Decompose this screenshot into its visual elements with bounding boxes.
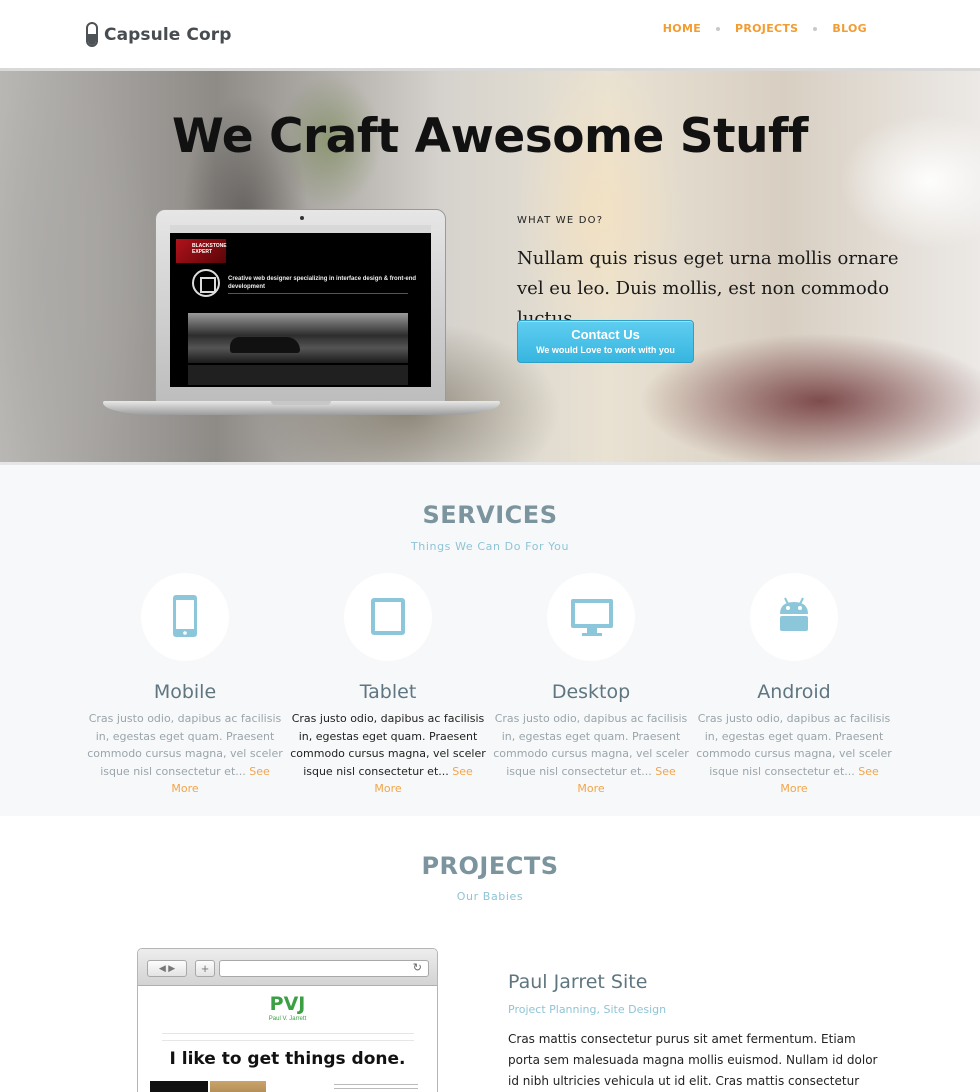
- logo[interactable]: Capsule Corp: [86, 22, 232, 47]
- laptop-camera: [300, 216, 304, 220]
- project-screenshot[interactable]: ◀ ▶ + ↻ PVJ Paul V. Jarrett I like to ge…: [137, 948, 438, 1092]
- service-icon-circle: [344, 573, 432, 661]
- laptop-screen: BLACKSTONE EXPERT Creative web designer …: [170, 225, 431, 387]
- pvj-headline: I like to get things done.: [169, 1049, 406, 1069]
- contact-us-label: Contact Us: [571, 327, 640, 342]
- laptop-lid: BLACKSTONE EXPERT Creative web designer …: [155, 209, 446, 402]
- browser-toolbar: ◀ ▶ + ↻: [138, 949, 437, 986]
- back-forward-icon: ◀ ▶: [147, 960, 187, 977]
- screen-brand: BLACKSTONE EXPERT: [176, 239, 227, 263]
- projects-title: PROJECTS: [421, 852, 559, 880]
- nav-projects-link[interactable]: PROJECTS: [735, 22, 798, 35]
- contact-us-button[interactable]: Contact Us We would Love to work with yo…: [517, 320, 694, 363]
- pvj-nav: [162, 1033, 414, 1041]
- project-title[interactable]: Paul Jarret Site: [508, 971, 647, 993]
- nav-blog-link[interactable]: BLOG: [832, 22, 867, 35]
- contact-us-sublabel: We would Love to work with you: [536, 345, 675, 355]
- service-description: Cras justo odio, dapibus ac facilisis in…: [696, 712, 892, 796]
- service-icon-circle: [141, 573, 229, 661]
- projects-section: PROJECTS Our Babies ◀ ▶ + ↻ PVJ Paul V. …: [0, 816, 980, 1092]
- pvj-logo: PVJ: [269, 993, 306, 1015]
- services-subtitle: Things We Can Do For You: [410, 540, 570, 553]
- site-header: Capsule Corp HOME PROJECTS BLOG: [0, 0, 980, 71]
- screen-car-image: [230, 337, 300, 353]
- nav-home-link[interactable]: HOME: [663, 22, 701, 35]
- service-name: Desktop: [551, 681, 631, 703]
- project-description: Cras mattis consectetur purus sit amet f…: [508, 1032, 878, 1088]
- services-section: SERVICES Things We Can Do For You Mobile…: [0, 462, 980, 816]
- pvj-image: [150, 1081, 208, 1092]
- service-icon-circle: [547, 573, 635, 661]
- services-title: SERVICES: [422, 501, 558, 529]
- pvj-text-block: [334, 1081, 418, 1092]
- screen-browser-bar: [170, 225, 431, 233]
- desktop-monitor-icon: [571, 599, 613, 636]
- address-bar: ↻: [219, 960, 429, 977]
- screen-tagline: Creative web designer specializing in in…: [228, 276, 417, 290]
- main-nav: HOME PROJECTS BLOG: [663, 22, 867, 35]
- pvj-logo-sub: Paul V. Jarrett: [268, 1016, 307, 1022]
- android-icon: [780, 597, 808, 631]
- service-icon-circle: [750, 573, 838, 661]
- new-tab-icon: +: [195, 960, 215, 977]
- hero-kicker: WHAT WE DO?: [517, 215, 604, 226]
- service-description: Cras justo odio, dapibus ac facilisis in…: [290, 712, 486, 796]
- service-name: Tablet: [359, 681, 417, 703]
- screen-divider: [228, 293, 408, 294]
- service-name: Mobile: [153, 681, 217, 703]
- screen-footer: [188, 365, 408, 385]
- hero-section: We Craft Awesome Stuff BLACKSTONE EXPERT…: [0, 71, 980, 462]
- mobile-phone-icon: [173, 595, 197, 637]
- laptop-mockup-image: BLACKSTONE EXPERT Creative web designer …: [103, 209, 500, 415]
- project-tags: Project Planning, Site Design: [508, 1003, 667, 1016]
- hero-title: We Craft Awesome Stuff: [172, 109, 808, 164]
- tablet-icon: [371, 598, 405, 635]
- service-description: Cras justo odio, dapibus ac facilisis in…: [493, 712, 689, 796]
- reload-icon: ↻: [412, 962, 422, 974]
- screen-emblem-icon: [192, 269, 220, 297]
- projects-subtitle: Our Babies: [456, 890, 524, 903]
- screen-photo: [188, 313, 408, 363]
- service-name: Android: [757, 681, 831, 703]
- nav-separator: [716, 26, 721, 31]
- nav-separator: [813, 26, 818, 31]
- service-description: Cras justo odio, dapibus ac facilisis in…: [87, 712, 283, 796]
- laptop-base: [103, 401, 500, 415]
- pvj-portrait-image: [210, 1081, 266, 1092]
- capsule-logo-icon: [86, 22, 98, 47]
- logo-text: Capsule Corp: [104, 24, 232, 45]
